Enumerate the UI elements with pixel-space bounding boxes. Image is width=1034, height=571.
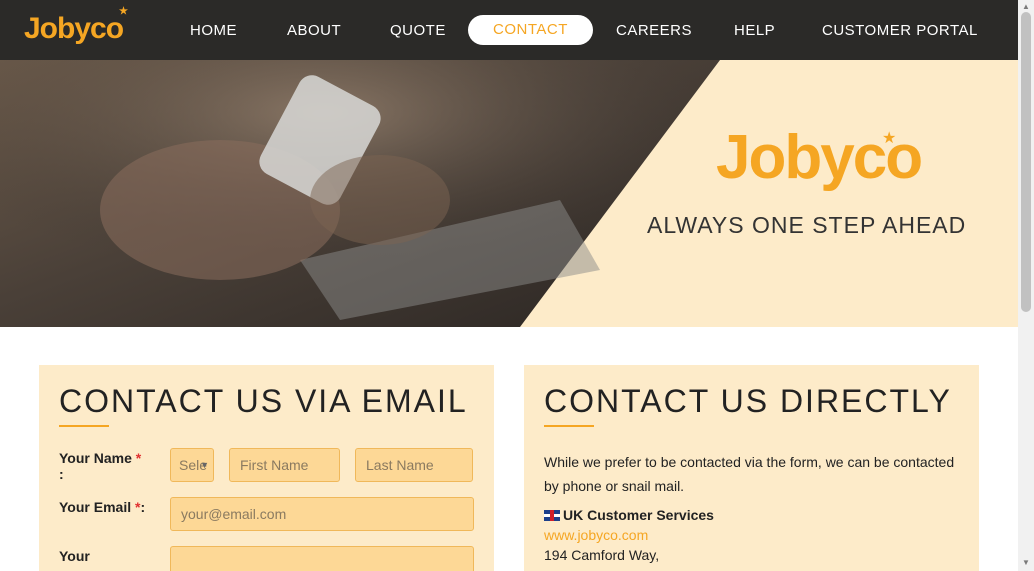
star-icon: ★ [119, 6, 128, 17]
email-field[interactable]: your@email.com [170, 497, 474, 531]
title-underline [59, 425, 109, 427]
hero-photo [0, 60, 720, 327]
title-select[interactable]: Sele ▼ [170, 448, 214, 482]
name-label-colon: : [59, 466, 64, 482]
required-marker: * [135, 450, 142, 466]
email-label: Your Email *: [59, 499, 146, 515]
nav-customer-portal[interactable]: CUSTOMER PORTAL [822, 17, 978, 45]
star-icon: ★ [882, 130, 897, 147]
third-field-input[interactable] [170, 546, 474, 571]
first-name-field[interactable]: First Name [229, 448, 340, 482]
top-navigation: Jobyco ★ HOME ABOUT QUOTE CONTACT CAREER… [0, 0, 1018, 60]
email-panel-title: CONTACT US VIA EMAIL [59, 383, 468, 419]
scrollbar-thumb[interactable] [1021, 12, 1031, 312]
direct-contact-panel: CONTACT US DIRECTLY While we prefer to b… [524, 365, 979, 571]
logo-text: Jobyco [24, 12, 124, 45]
direct-panel-title: CONTACT US DIRECTLY [544, 383, 952, 419]
site-logo[interactable]: Jobyco ★ [24, 6, 128, 46]
address-line: 194 Camford Way, [544, 547, 660, 563]
scroll-down-icon[interactable]: ▼ [1022, 558, 1030, 567]
email-contact-panel: CONTACT US VIA EMAIL Your Name * : Sele … [39, 365, 494, 571]
hero-tagline: ALWAYS ONE STEP AHEAD [647, 212, 967, 238]
chevron-down-icon: ▼ [200, 460, 209, 470]
direct-intro-text: While we prefer to be contacted via the … [544, 454, 955, 494]
nav-contact[interactable]: CONTACT [468, 15, 593, 45]
nav-about[interactable]: ABOUT [287, 17, 341, 45]
third-field-label: Your [59, 548, 90, 564]
title-underline [544, 425, 594, 427]
uk-customer-services-heading: UK Customer Services [544, 507, 714, 523]
page-scrollbar[interactable]: ▲ ▼ [1018, 0, 1034, 571]
name-label: Your Name * : [59, 450, 142, 482]
nav-home[interactable]: HOME [190, 17, 237, 45]
nav-quote[interactable]: QUOTE [390, 17, 446, 45]
hero-banner: Jobyco ALWAYS ONE STEP AHEAD [0, 60, 1018, 327]
website-link[interactable]: www.jobyco.com [544, 527, 648, 543]
last-name-field[interactable]: Last Name [355, 448, 473, 482]
nav-help[interactable]: HELP [734, 17, 775, 45]
nav-careers[interactable]: CAREERS [616, 17, 692, 45]
scroll-up-icon[interactable]: ▲ [1022, 2, 1030, 11]
uk-flag-icon [544, 510, 560, 521]
